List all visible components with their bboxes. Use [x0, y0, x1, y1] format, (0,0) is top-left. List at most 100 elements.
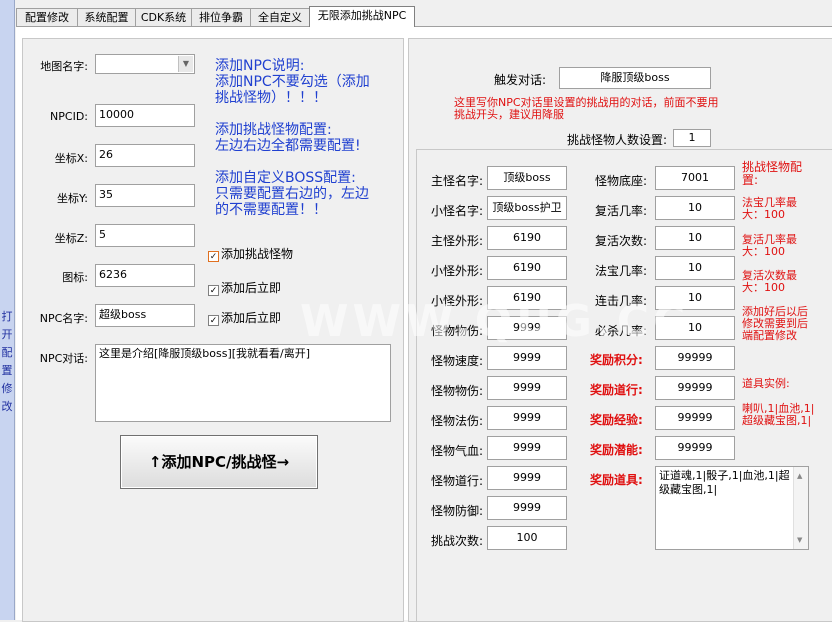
y-label: 坐标Y: [57, 192, 88, 205]
z-label: 坐标Z: [54, 232, 88, 245]
note-artifact: 法宝几率最大：100 [742, 196, 797, 221]
add-now-label-1: 添加后立即 [221, 281, 282, 295]
npc-name-label: NPC名字: [39, 312, 88, 325]
note-revive-rate: 复活几率最大：100 [742, 233, 797, 258]
col2-label: 连击几率: [595, 294, 648, 308]
add-monster-checkbox[interactable]: ✓ 添加挑战怪物 [208, 245, 293, 262]
add-npc-button[interactable]: ↑添加NPC/挑战怪→ [120, 435, 318, 489]
monster-speed-input[interactable]: 9999 [487, 346, 567, 370]
tab-ranking[interactable]: 排位争霸 [191, 8, 251, 26]
help-line: 添加自定义BOSS配置: [215, 170, 356, 186]
col2-label: 复活几率: [595, 204, 648, 218]
tab-custom[interactable]: 全自定义 [250, 8, 310, 26]
monster-phys-dmg-input[interactable]: 9999 [487, 316, 567, 340]
tab-add-npc[interactable]: 无限添加挑战NPC [309, 6, 415, 27]
reward-label: 奖励积分: [590, 353, 643, 367]
help-line: 挑战怪物）！！！ [215, 90, 327, 106]
npcid-label: NPCID: [50, 110, 88, 123]
npc-name-input[interactable]: 超级boss [95, 304, 195, 327]
monster-phys-dmg-input-2[interactable]: 9999 [487, 376, 567, 400]
reward-items-label: 奖励道具: [590, 473, 643, 487]
reward-label: 奖励潜能: [590, 443, 643, 457]
add-now-checkbox-2[interactable]: ✓ 添加后立即 [208, 309, 281, 326]
crit-rate-input[interactable]: 10 [655, 316, 735, 340]
main-monster-shape-input[interactable]: 6190 [487, 226, 567, 250]
col1-label: 怪物物伤: [431, 384, 484, 398]
add-monster-label: 添加挑战怪物 [221, 247, 294, 261]
col1-label: 小怪名字: [431, 204, 484, 218]
col1-label: 小怪外形: [431, 264, 484, 278]
monster-base-input[interactable]: 7001 [655, 166, 735, 190]
help-line: 添加NPC说明: [215, 58, 305, 74]
count-input[interactable]: 1 [673, 129, 711, 147]
col1-label: 挑战次数: [431, 534, 484, 548]
add-now-label-2: 添加后立即 [221, 311, 282, 325]
col1-label: 怪物速度: [431, 354, 484, 368]
count-label: 挑战怪物人数设置: [567, 133, 668, 147]
col1-label: 主怪名字: [431, 174, 484, 188]
note-item-sample: 喇叭,1|血池,1|超级藏宝图,1| [742, 402, 815, 427]
y-input[interactable]: 35 [95, 184, 195, 207]
textarea-scrollbar[interactable]: ▲ ▼ [793, 467, 808, 549]
x-label: 坐标X: [54, 152, 88, 165]
reward-exp-input[interactable]: 99999 [655, 406, 735, 430]
tab-cdk-system[interactable]: CDK系统 [135, 8, 192, 26]
help-line: 左边右边全都需要配置! [215, 138, 361, 154]
revive-rate-input[interactable]: 10 [655, 196, 735, 220]
note-backend: 添加好后以后修改需要到后端配置修改 [742, 305, 808, 342]
z-input[interactable]: 5 [95, 224, 195, 247]
minion-shape-input[interactable]: 6190 [487, 256, 567, 280]
reward-points-input[interactable]: 99999 [655, 346, 735, 370]
icon-label: 图标: [62, 271, 88, 284]
monster-daoxing-input[interactable]: 9999 [487, 466, 567, 490]
scroll-up-icon[interactable]: ▲ [797, 469, 802, 483]
tab-system-config[interactable]: 系统配置 [77, 8, 136, 26]
checkmark-icon[interactable]: ✓ [208, 315, 219, 326]
tab-config-edit[interactable]: 配置修改 [16, 8, 78, 26]
main-monster-name-input[interactable]: 顶级boss [487, 166, 567, 190]
note-revive-count: 复活次数最大：100 [742, 269, 797, 294]
map-label: 地图名字: [40, 60, 88, 73]
trigger-input[interactable]: 降服顶级boss [559, 67, 711, 89]
reward-potential-input[interactable]: 99999 [655, 436, 735, 460]
chevron-down-icon[interactable]: ▼ [178, 56, 193, 72]
col2-label: 必杀几率: [595, 324, 648, 338]
col1-label: 怪物道行: [431, 474, 484, 488]
x-input[interactable]: 26 [95, 144, 195, 167]
note-item-example: 道具实例: [742, 377, 790, 390]
artifact-rate-input[interactable]: 10 [655, 256, 735, 280]
minion-shape-input-2[interactable]: 6190 [487, 286, 567, 310]
checkmark-icon[interactable]: ✓ [208, 251, 219, 262]
npc-dialog-textarea[interactable]: 这里是介绍[降服顶级boss][我就看看/离开] [95, 344, 391, 422]
reward-items-textarea[interactable]: 证道魂,1|骰子,1|血池,1|超级藏宝图,1| ▲ ▼ [655, 466, 809, 550]
challenge-count-input[interactable]: 100 [487, 526, 567, 550]
col1-label: 主怪外形: [431, 234, 484, 248]
monster-hp-input[interactable]: 9999 [487, 436, 567, 460]
col1-label: 怪物防御: [431, 504, 484, 518]
help-line: 只需要配置右边的，左边 [215, 186, 369, 202]
reward-label: 奖励道行: [590, 383, 643, 397]
monster-magic-dmg-input[interactable]: 9999 [487, 406, 567, 430]
monster-defense-input[interactable]: 9999 [487, 496, 567, 520]
trigger-label: 触发对话: [494, 73, 547, 87]
add-now-checkbox-1[interactable]: ✓ 添加后立即 [208, 279, 281, 296]
minion-name-input[interactable]: 顶级boss护卫 [487, 196, 567, 220]
reward-label: 奖励经验: [590, 413, 643, 427]
checkmark-icon[interactable]: ✓ [208, 285, 219, 296]
help-line [215, 106, 370, 122]
reward-items-value: 证道魂,1|骰子,1|血池,1|超级藏宝图,1| [659, 469, 790, 496]
combo-rate-input[interactable]: 10 [655, 286, 735, 310]
help-line: 添加挑战怪物配置: [215, 122, 332, 138]
help-text: 添加NPC说明: 添加NPC不要勾选（添加 挑战怪物）！！！ 添加挑战怪物配置:… [215, 58, 370, 218]
map-combo[interactable]: ▼ [95, 54, 195, 74]
help-line: 的不需要配置！！ [215, 202, 327, 218]
reward-daoxing-input[interactable]: 99999 [655, 376, 735, 400]
scroll-down-icon[interactable]: ▼ [797, 533, 802, 547]
sidebar-label[interactable]: 打开配置修改 [1, 308, 13, 416]
npc-dialog-label: NPC对话: [39, 352, 88, 365]
icon-input[interactable]: 6236 [95, 264, 195, 287]
col2-label: 怪物底座: [595, 174, 648, 188]
help-line [215, 154, 370, 170]
npcid-input[interactable]: 10000 [95, 104, 195, 127]
revive-count-input[interactable]: 10 [655, 226, 735, 250]
